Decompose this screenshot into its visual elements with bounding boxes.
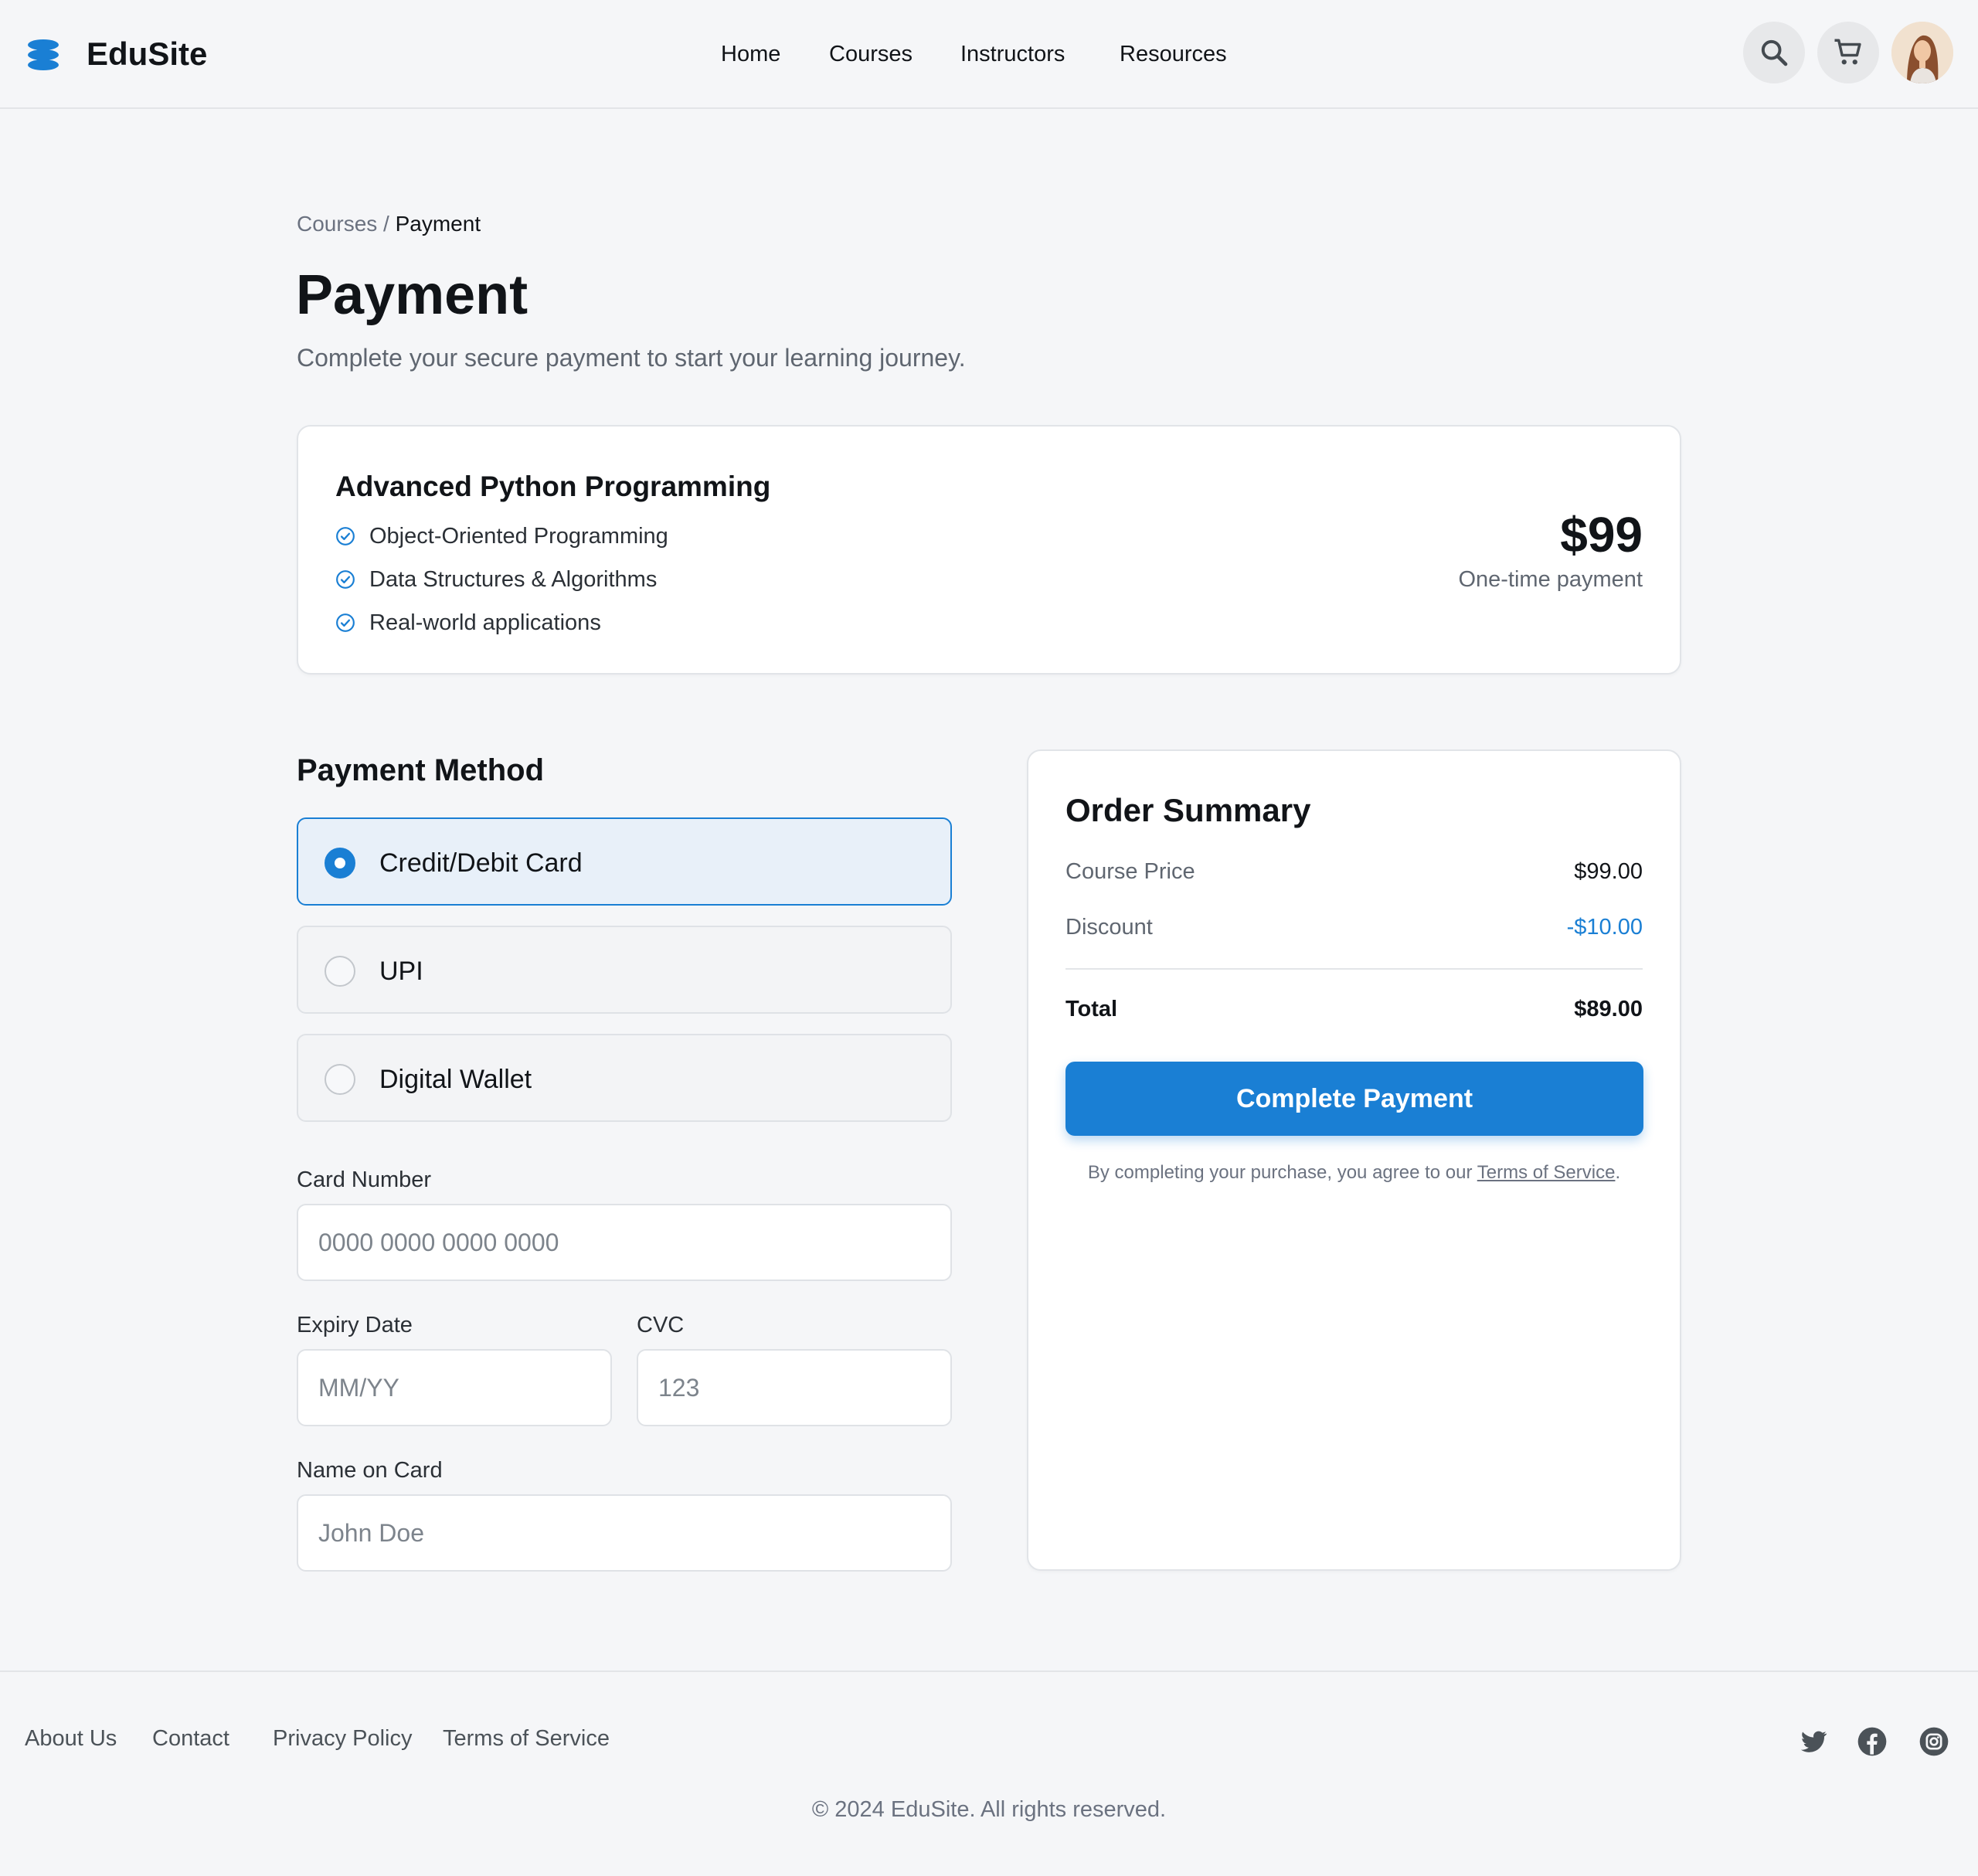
terms-notice-end: .: [1615, 1162, 1621, 1183]
page-title: Payment: [296, 264, 528, 326]
cvc-label: CVC: [637, 1313, 685, 1337]
search-button[interactable]: [1743, 22, 1805, 83]
breadcrumb-current: Payment: [395, 212, 481, 236]
radio-button[interactable]: [325, 956, 355, 987]
radio-button[interactable]: [325, 1064, 355, 1095]
breadcrumb-courses[interactable]: Courses: [297, 212, 377, 236]
course-feature: Data Structures & Algorithms: [335, 564, 657, 595]
terms-notice-text: By completing your purchase, you agree t…: [1087, 1162, 1477, 1183]
total-value: $89.00: [1574, 997, 1643, 1021]
course-feature-label: Object-Oriented Programming: [369, 523, 668, 549]
payment-option-label: Digital Wallet: [379, 1065, 532, 1094]
nav-courses[interactable]: Courses: [829, 39, 913, 70]
page-subtitle: Complete your secure payment to start yo…: [297, 344, 966, 372]
course-feature-label: Real-world applications: [369, 610, 601, 635]
nav-home[interactable]: Home: [721, 39, 780, 70]
course-feature: Real-world applications: [335, 607, 601, 638]
cart-icon: [1834, 39, 1861, 65]
terms-of-service-link[interactable]: Terms of Service: [1477, 1162, 1616, 1183]
name-on-card-input[interactable]: [297, 1494, 952, 1572]
terms-notice: By completing your purchase, you agree t…: [1028, 1161, 1680, 1185]
order-summary-title: Order Summary: [1065, 792, 1311, 828]
check-circle-icon: [336, 613, 355, 632]
breadcrumb: Courses / Payment: [297, 210, 481, 238]
course-price-value: $99.00: [1574, 859, 1643, 884]
cvc-input[interactable]: [637, 1349, 952, 1426]
payment-option-wallet[interactable]: Digital Wallet: [297, 1034, 952, 1122]
check-circle-icon: [336, 527, 355, 545]
total-label: Total: [1065, 997, 1118, 1021]
expiry-date-label: Expiry Date: [297, 1313, 413, 1337]
footer-link-about[interactable]: About Us: [25, 1723, 117, 1754]
course-feature: Object-Oriented Programming: [335, 521, 668, 552]
footer-link-terms[interactable]: Terms of Service: [443, 1723, 610, 1754]
site-footer: About Us Contact Privacy Policy Terms of…: [0, 1670, 1978, 1876]
payment-method-title: Payment Method: [297, 753, 545, 787]
check-circle-icon: [336, 570, 355, 589]
copyright-text: © 2024 EduSite. All rights reserved.: [811, 1797, 1167, 1822]
nav-instructors[interactable]: Instructors: [960, 39, 1065, 70]
search-icon: [1761, 39, 1788, 66]
price-note: One-time payment: [1458, 567, 1643, 592]
footer-link-contact[interactable]: Contact: [152, 1723, 229, 1754]
summary-divider: [1065, 968, 1643, 970]
expiry-date-input[interactable]: [297, 1349, 612, 1426]
payment-option-label: UPI: [379, 957, 423, 986]
radio-button[interactable]: [325, 848, 355, 879]
course-card: Advanced Python Programming Object-Orien…: [297, 425, 1681, 675]
course-price: $99: [1560, 507, 1643, 562]
total-row: Total $89.00: [1065, 994, 1643, 1025]
cart-button[interactable]: [1817, 22, 1879, 83]
instagram-icon[interactable]: [1919, 1726, 1949, 1757]
discount-row: Discount -$10.00: [1065, 912, 1643, 943]
card-number-input[interactable]: [297, 1204, 952, 1281]
course-price-label: Course Price: [1065, 859, 1195, 884]
complete-payment-button[interactable]: Complete Payment: [1065, 1062, 1643, 1136]
order-summary-card: Order Summary Course Price $99.00 Discou…: [1027, 749, 1681, 1571]
twitter-icon[interactable]: [1798, 1726, 1829, 1757]
course-feature-label: Data Structures & Algorithms: [369, 566, 658, 592]
main-nav: Home Courses Instructors Resources: [0, 39, 1978, 70]
payment-option-label: Credit/Debit Card: [379, 848, 583, 878]
name-on-card-label: Name on Card: [297, 1458, 443, 1483]
top-header: EduSite Home Courses Instructors Resourc…: [0, 0, 1978, 109]
discount-value: -$10.00: [1566, 915, 1643, 940]
payment-option-card[interactable]: Credit/Debit Card: [297, 817, 952, 906]
payment-option-upi[interactable]: UPI: [297, 926, 952, 1014]
card-number-label: Card Number: [297, 1167, 432, 1192]
facebook-icon[interactable]: [1857, 1726, 1888, 1757]
course-title: Advanced Python Programming: [335, 471, 771, 502]
user-avatar-image: [1891, 22, 1953, 83]
breadcrumb-separator: /: [377, 212, 396, 236]
nav-resources[interactable]: Resources: [1120, 39, 1227, 70]
user-avatar[interactable]: [1891, 22, 1953, 83]
discount-label: Discount: [1065, 915, 1153, 940]
footer-link-privacy[interactable]: Privacy Policy: [273, 1723, 413, 1754]
course-price-row: Course Price $99.00: [1065, 856, 1643, 887]
